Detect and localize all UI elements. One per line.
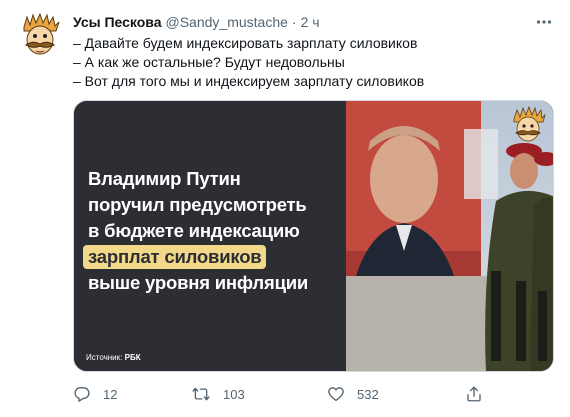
headline-line: Владимир Путин	[88, 168, 241, 189]
heart-icon	[328, 387, 344, 402]
like-count: 532	[357, 386, 379, 402]
tweet-header: Усы Пескова @Sandy_mustache · 2 ч	[73, 13, 320, 31]
more-options-button[interactable]	[532, 10, 556, 34]
retweet-count: 103	[223, 386, 245, 402]
like-button[interactable]: 532	[327, 384, 379, 404]
source-name: РБК	[124, 353, 141, 362]
headline-line: в бюджете индексацию	[88, 220, 300, 241]
retweet-icon	[192, 387, 210, 401]
tweet-text-line: – А как же остальные? Будут недовольны	[73, 54, 345, 70]
media-source: Источник: РБК	[86, 353, 141, 362]
headline-highlight: зарплат силовиков	[83, 245, 267, 269]
retweet-button[interactable]: 103	[191, 384, 245, 404]
media-headline: Владимир Путин поручил предусмотреть в б…	[83, 166, 344, 296]
tweet-text-line: – Вот для того мы и индексируем зарплату…	[73, 73, 425, 89]
tweet-text-line: – Давайте будем индексировать зарплату с…	[73, 35, 418, 51]
share-button[interactable]	[465, 384, 483, 404]
tweet-text: – Давайте будем индексировать зарплату с…	[73, 34, 553, 91]
source-label: Источник:	[86, 353, 123, 362]
avatar[interactable]	[16, 11, 64, 59]
reply-button[interactable]: 12	[73, 384, 117, 404]
reply-count: 12	[103, 386, 118, 402]
headline-line: поручил предусмотреть	[88, 194, 307, 215]
tweet-media-image[interactable]: Владимир Путин поручил предусмотреть в б…	[73, 100, 554, 372]
reply-icon	[74, 387, 90, 402]
media-text-panel: Владимир Путин поручил предусмотреть в б…	[74, 101, 346, 371]
share-icon	[467, 386, 481, 402]
headline-line: выше уровня инфляции	[88, 272, 309, 293]
more-dots-icon	[536, 20, 552, 24]
separator-dot: ·	[291, 14, 297, 30]
mustache-avatar-icon	[16, 11, 64, 59]
tweet[interactable]: Усы Пескова @Sandy_mustache · 2 ч – Дава…	[0, 0, 570, 417]
timestamp[interactable]: 2 ч	[301, 14, 320, 30]
user-handle[interactable]: @Sandy_mustache	[166, 14, 288, 30]
display-name[interactable]: Усы Пескова	[73, 14, 162, 30]
channel-logo-icon	[513, 105, 546, 142]
